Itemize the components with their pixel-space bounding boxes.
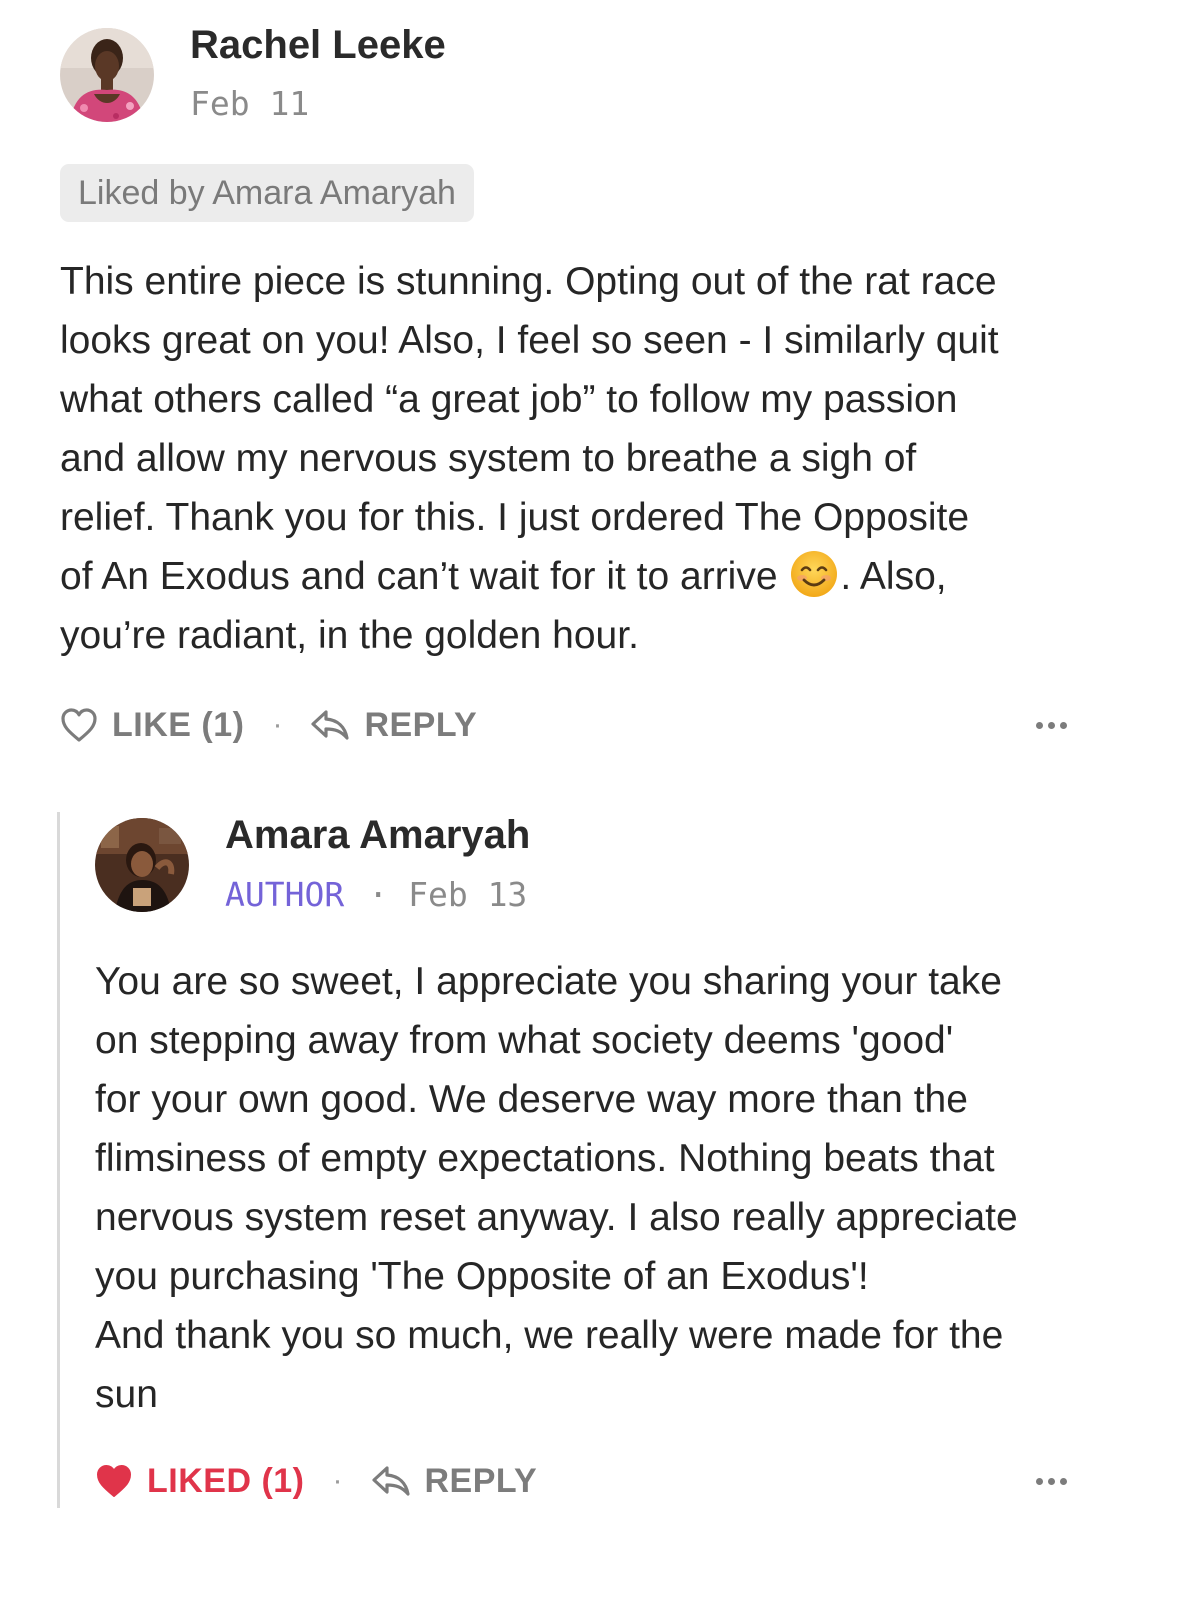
comment-author-name[interactable]: Rachel Leeke [190, 22, 446, 68]
separator-dot: · [272, 708, 283, 741]
more-options-icon[interactable] [1036, 1478, 1067, 1485]
reply-button[interactable]: REPLY [310, 706, 477, 745]
reply-label: REPLY [364, 705, 478, 744]
author-badge: AUTHOR [225, 875, 345, 914]
separator-dot: · [368, 875, 389, 914]
smiling-face-emoji-icon [790, 550, 838, 598]
reply-meta: AUTHOR · Feb 13 [225, 875, 527, 915]
comment-line-text: of An Exodus and can’t wait for it to ar… [60, 555, 789, 598]
comment-date: Feb 11 [190, 84, 310, 123]
avatar[interactable] [60, 28, 154, 122]
comment-line: what others called “a great job” to foll… [60, 378, 958, 421]
avatar-photo [60, 28, 154, 122]
more-options-icon[interactable] [1036, 722, 1067, 729]
heart-filled-icon [97, 1465, 131, 1497]
reply-line: on stepping away from what society deems… [95, 1019, 954, 1062]
reply-button[interactable]: REPLY [371, 1462, 538, 1501]
comment-line: This entire piece is stunning. Opting ou… [60, 260, 997, 303]
reply-label: REPLY [424, 1461, 538, 1500]
liked-label: LIKED (1) [147, 1461, 305, 1500]
separator-dot: · [332, 1464, 343, 1497]
avatar[interactable] [95, 818, 189, 912]
like-label: LIKE (1) [112, 705, 245, 744]
reply-arrow-icon [311, 710, 350, 740]
thread-line [57, 812, 60, 1508]
comment-line: looks great on you! Also, I feel so seen… [60, 319, 999, 362]
liked-by-badge: Liked by Amara Amaryah [60, 164, 474, 222]
avatar-photo [95, 818, 189, 912]
comment-line: and allow my nervous system to breathe a… [60, 437, 917, 480]
reply-line: you purchasing 'The Opposite of an Exodu… [95, 1255, 869, 1298]
heart-outline-icon [61, 708, 97, 742]
comment-body: This entire piece is stunning. Opting ou… [60, 252, 1120, 665]
reply-line: And thank you so much, we really were ma… [95, 1314, 1004, 1357]
reply-line: You are so sweet, I appreciate you shari… [95, 960, 1002, 1003]
reply-line: sun [95, 1373, 158, 1416]
reply-author-name[interactable]: Amara Amaryah [225, 812, 530, 858]
reply-body: You are so sweet, I appreciate you shari… [95, 952, 1105, 1424]
comment-line: of An Exodus and can’t wait for it to ar… [60, 547, 1120, 606]
reply-line: nervous system reset anyway. I also real… [95, 1196, 1018, 1239]
like-button[interactable]: LIKE (1) [60, 706, 244, 745]
reply-arrow-icon [371, 1466, 410, 1496]
reply-line: for your own good. We deserve way more t… [95, 1078, 968, 1121]
reply-date: Feb 13 [408, 875, 528, 914]
reply-actions: LIKED (1) · REPLY [95, 1456, 537, 1506]
reply-line: flimsiness of empty expectations. Nothin… [95, 1137, 995, 1180]
comment-line: relief. Thank you for this. I just order… [60, 496, 970, 539]
comment-line-text: . Also, [840, 555, 947, 598]
liked-button[interactable]: LIKED (1) [95, 1462, 305, 1501]
comment-line: you’re radiant, in the golden hour. [60, 614, 639, 657]
comment-actions: LIKE (1) · REPLY [60, 700, 477, 750]
